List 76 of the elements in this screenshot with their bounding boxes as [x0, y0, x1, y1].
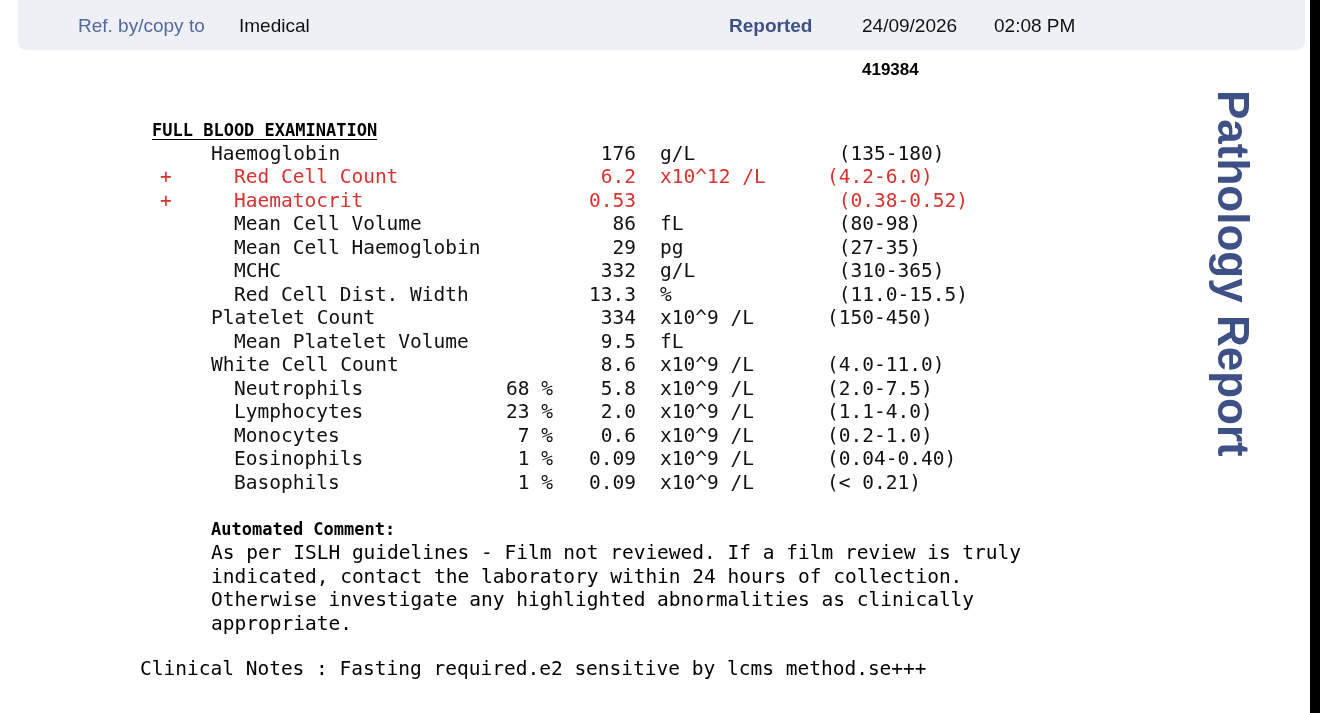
- test-name: MCHC: [234, 259, 281, 282]
- test-percent: 1 %: [517, 447, 553, 470]
- reference-range: (27-35): [837, 235, 921, 259]
- test-value: 0.09: [589, 470, 636, 494]
- test-name: Neutrophils: [234, 376, 364, 400]
- reference-range: (< 0.21): [827, 470, 921, 494]
- test-name: Haemoglobin: [211, 141, 341, 165]
- test-unit: x10^9 /L: [660, 376, 754, 400]
- test-unit: pg: [660, 235, 684, 259]
- test-name: Red Cell Count: [234, 165, 399, 188]
- test-name: Mean Platelet Volume: [234, 329, 469, 353]
- test-value: 9.5: [600, 329, 636, 353]
- test-unit: x10^9 /L: [660, 400, 754, 423]
- test-unit: x10^9 /L: [660, 423, 754, 447]
- test-unit: x10^9 /L: [660, 447, 754, 470]
- test-name: Lymphocytes: [234, 400, 364, 423]
- reference-range: (310-365): [837, 259, 945, 282]
- test-value: 0.09: [589, 447, 636, 470]
- reference-range: (11.0-15.5): [837, 282, 968, 306]
- test-value: 0.6: [600, 423, 636, 447]
- test-percent: 23 %: [506, 400, 553, 423]
- field-label: Ref. by/copy to: [78, 13, 206, 38]
- reference-range: (135-180): [837, 141, 945, 165]
- field-value: Imedical: [239, 13, 311, 38]
- test-value: 6.2: [600, 165, 636, 188]
- reported-label: Reported: [729, 13, 814, 38]
- abnormal-label: +: [160, 165, 172, 188]
- test-percent: 7 %: [517, 423, 553, 447]
- clinical-notes: Clinical Notes : Fasting required.e2 sensitive by lcms method.se+++: [140, 657, 927, 681]
- test-name: Eosinophils: [234, 447, 364, 470]
- section-title: FULL BLOOD EXAMINATION: [152, 120, 378, 140]
- report-title: Pathology Report: [1210, 90, 1256, 457]
- test-value: 86: [612, 212, 636, 235]
- test-unit: x10^12 /L: [660, 165, 766, 188]
- test-unit: x10^9 /L: [660, 470, 754, 494]
- test-value: 5.8: [600, 376, 636, 400]
- test-unit: fL: [660, 329, 684, 353]
- test-value: 8.6: [600, 353, 636, 376]
- test-percent: 1 %: [517, 470, 553, 494]
- test-name: Mean Cell Volume: [234, 212, 422, 235]
- test-unit: g/L: [660, 141, 696, 165]
- comment-title: Automated Comment:: [211, 517, 396, 541]
- lab-number: 419384: [862, 59, 919, 82]
- test-name: Monocytes: [234, 423, 340, 447]
- reference-range: (4.2-6.0): [827, 165, 933, 188]
- reference-range: (0.38-0.52): [837, 188, 968, 212]
- test-unit: %: [660, 282, 672, 306]
- test-value: 13.3: [589, 282, 636, 306]
- test-unit: x10^9 /L: [660, 353, 754, 376]
- test-unit: fL: [660, 212, 684, 235]
- test-name: Red Cell Dist. Width: [234, 282, 469, 306]
- test-percent: 68 %: [506, 376, 553, 400]
- test-name: Haematocrit: [234, 188, 364, 212]
- reference-range: (150-450): [827, 306, 933, 329]
- comment-text: As per ISLH guidelines - Film not reviewed. If a film review is truly indicated, contact the laboratory within 24 hours of collection. Otherwise investigate any highlighted abnormalities as clinically appropriate.: [211, 541, 1022, 635]
- test-unit: g/L: [660, 259, 696, 282]
- reference-range: (0.2-1.0): [827, 423, 933, 447]
- test-name: Basophils: [234, 470, 340, 494]
- abnormal-label: +: [160, 188, 172, 212]
- test-name: White Cell Count: [211, 353, 399, 376]
- test-unit: x10^9 /L: [660, 306, 754, 329]
- reference-range: (1.1-4.0): [827, 400, 933, 423]
- test-name: Mean Cell Haemoglobin: [234, 235, 481, 259]
- test-value: 29: [612, 235, 636, 259]
- test-value: 2.0: [600, 400, 636, 423]
- test-name: Platelet Count: [211, 306, 376, 329]
- reference-range: (80-98): [837, 212, 921, 235]
- reference-range: (2.0-7.5): [827, 376, 933, 400]
- reported-time: 02:08 PM: [994, 13, 1076, 38]
- test-value: 334: [600, 306, 636, 329]
- reference-range: (0.04-0.40): [827, 447, 957, 470]
- test-value: 332: [600, 259, 636, 282]
- test-value: 176: [600, 141, 636, 165]
- test-value: 0.53: [589, 188, 636, 212]
- reported-date: 24/09/2026: [862, 13, 959, 38]
- reference-range: (4.0-11.0): [827, 353, 945, 376]
